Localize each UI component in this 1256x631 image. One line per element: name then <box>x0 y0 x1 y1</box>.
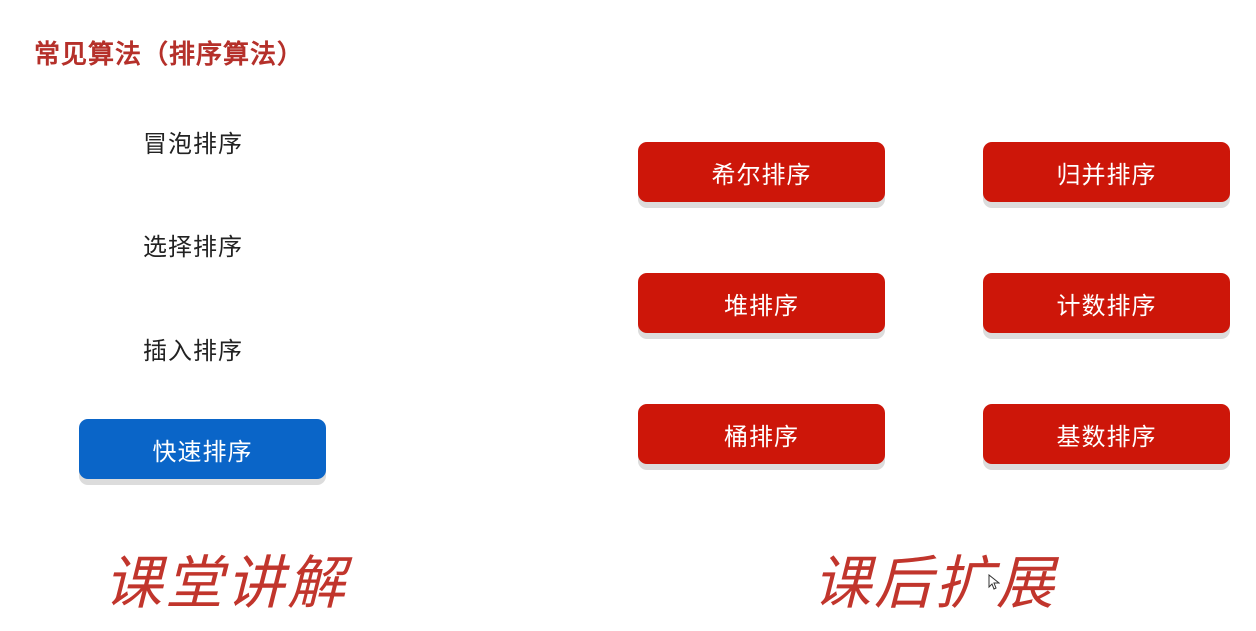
extension-item-shell-sort[interactable]: 希尔排序 <box>638 142 885 202</box>
extension-item-merge-sort[interactable]: 归并排序 <box>983 142 1230 202</box>
mouse-pointer-icon <box>988 574 1000 590</box>
extension-item-heap-sort[interactable]: 堆排序 <box>638 273 885 333</box>
lecture-item-bubble-sort: 冒泡排序 <box>143 130 243 158</box>
extension-item-bucket-sort[interactable]: 桶排序 <box>638 404 885 464</box>
page-title: 常见算法（排序算法） <box>34 40 305 70</box>
handwritten-lecture-label: 课堂讲解 <box>104 549 349 617</box>
lecture-item-insertion-sort: 插入排序 <box>143 337 243 365</box>
handwritten-extension-label: 课后扩展 <box>813 549 1058 617</box>
lecture-item-selection-sort: 选择排序 <box>143 233 243 261</box>
lecture-highlight-quick-sort[interactable]: 快速排序 <box>79 419 326 479</box>
extension-item-counting-sort[interactable]: 计数排序 <box>983 273 1230 333</box>
extension-item-radix-sort[interactable]: 基数排序 <box>983 404 1230 464</box>
